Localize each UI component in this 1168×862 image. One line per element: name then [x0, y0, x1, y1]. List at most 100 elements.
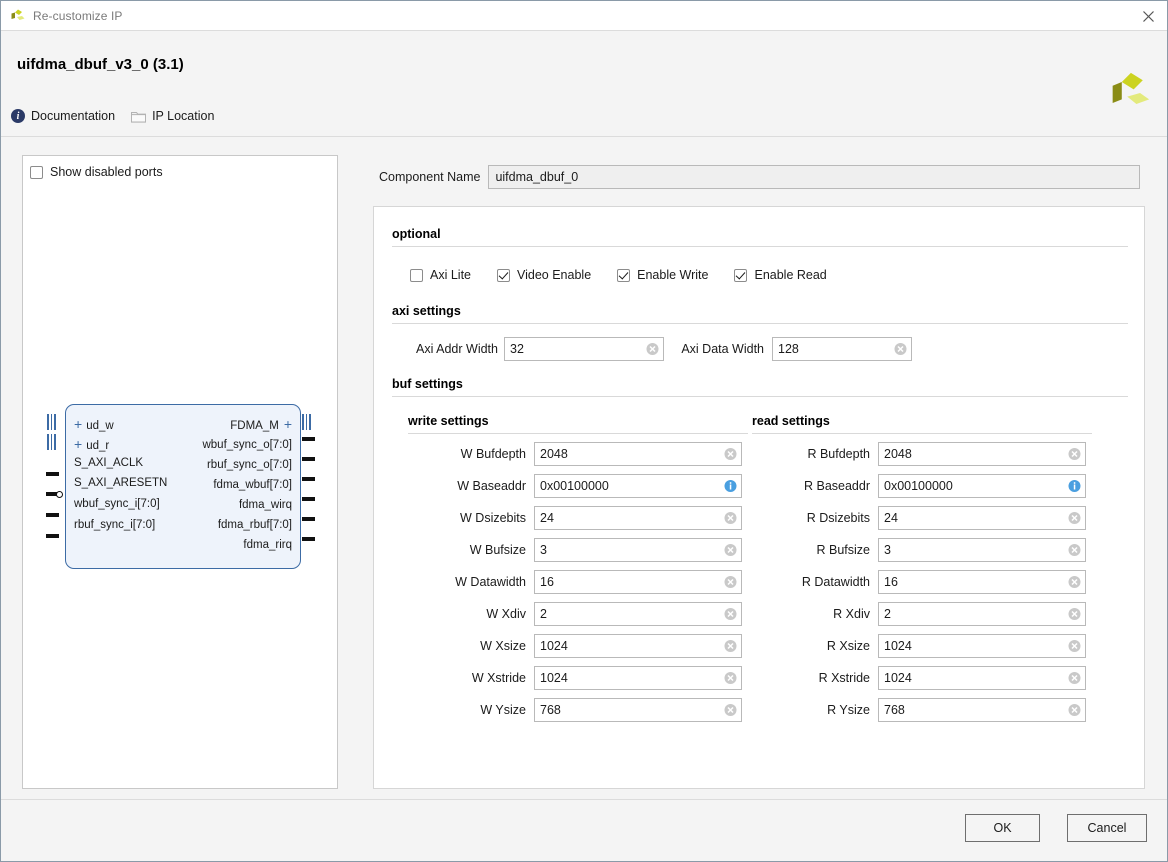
w-datawidth-input[interactable] — [534, 570, 742, 594]
port-label-ud-w: + ud_w — [74, 416, 114, 432]
clear-icon[interactable] — [724, 640, 737, 653]
w-xstride-input[interactable] — [534, 666, 742, 690]
clear-icon[interactable] — [1068, 672, 1081, 685]
r-bufsize-label: R Bufsize — [816, 543, 871, 557]
field-row-w-xsize: W Xsize — [430, 634, 748, 658]
checkbox-video-enable-box[interactable] — [497, 268, 510, 282]
expand-fdma-m-icon[interactable]: + — [284, 416, 292, 432]
r-bufdepth-label: R Bufdepth — [807, 447, 870, 461]
checkbox-axi-lite[interactable]: Axi Lite — [410, 268, 471, 282]
w-xsize-input[interactable] — [534, 634, 742, 658]
w-dsizebits-field — [534, 506, 742, 530]
axi-data-width-input[interactable] — [772, 337, 912, 361]
clear-icon[interactable] — [1068, 576, 1081, 589]
r-xstride-label: R Xstride — [818, 671, 870, 685]
ip-location-link[interactable]: IP Location — [131, 109, 214, 123]
cancel-button[interactable]: Cancel — [1067, 814, 1147, 842]
buf-settings-rule — [392, 396, 1128, 397]
expand-ud-r-icon[interactable]: + — [74, 436, 82, 452]
r-bufdepth-input[interactable] — [878, 442, 1086, 466]
r-datawidth-label: R Datawidth — [801, 575, 870, 589]
r-xdiv-input[interactable] — [878, 602, 1086, 626]
checkbox-enable-write-box[interactable] — [617, 268, 631, 282]
field-row-r-xsize: R Xsize — [774, 634, 1092, 658]
info-icon[interactable] — [1068, 480, 1081, 493]
field-row-r-bufdepth: R Bufdepth — [774, 442, 1092, 466]
r-xstride-input[interactable] — [878, 666, 1086, 690]
optional-section-rule — [392, 246, 1128, 247]
w-xdiv-input[interactable] — [534, 602, 742, 626]
r-xdiv-label: R Xdiv — [833, 607, 870, 621]
w-bufdepth-input[interactable] — [534, 442, 742, 466]
w-ysize-input[interactable] — [534, 698, 742, 722]
clear-icon[interactable] — [1068, 448, 1081, 461]
field-row-w-xstride: W Xstride — [430, 666, 748, 690]
clear-icon[interactable] — [1068, 608, 1081, 621]
clear-icon[interactable] — [894, 343, 907, 356]
component-name-input[interactable] — [488, 165, 1141, 189]
port-label-fdma-rbuf: fdma_rbuf[7:0] — [217, 519, 292, 531]
clear-icon[interactable] — [1068, 704, 1081, 717]
axi-settings-rule — [392, 323, 1128, 324]
field-row-w-xdiv: W Xdiv — [430, 602, 748, 626]
clear-icon[interactable] — [724, 512, 737, 525]
r-ysize-input[interactable] — [878, 698, 1086, 722]
title-bar: Re-customize IP — [1, 1, 1167, 31]
bus-pin-fdma-m — [302, 414, 312, 430]
pin-rbuf-sync-o — [302, 457, 315, 461]
clear-icon[interactable] — [724, 672, 737, 685]
w-datawidth-field — [534, 570, 742, 594]
expand-ud-w-icon[interactable]: + — [74, 416, 82, 432]
port-label-fdma-rirq: fdma_rirq — [243, 539, 292, 551]
show-disabled-ports-box[interactable] — [30, 165, 43, 179]
r-bufdepth-field — [878, 442, 1086, 466]
checkbox-enable-read-label: Enable Read — [754, 268, 827, 282]
clear-icon[interactable] — [646, 343, 659, 356]
header-link-row: i Documentation IP Location — [11, 109, 214, 123]
w-xdiv-field — [534, 602, 742, 626]
r-xstride-field — [878, 666, 1086, 690]
r-bufsize-field — [878, 538, 1086, 562]
field-row-r-datawidth: R Datawidth — [774, 570, 1092, 594]
w-baseaddr-input[interactable] — [534, 474, 742, 498]
clear-icon[interactable] — [724, 608, 737, 621]
w-xstride-label: W Xstride — [471, 671, 526, 685]
checkbox-video-enable[interactable]: Video Enable — [497, 268, 591, 282]
ok-button[interactable]: OK — [965, 814, 1040, 842]
clear-icon[interactable] — [724, 544, 737, 557]
show-disabled-ports-checkbox[interactable]: Show disabled ports — [30, 165, 163, 179]
w-xstride-field — [534, 666, 742, 690]
checkbox-axi-lite-label: Axi Lite — [430, 268, 471, 282]
re-customize-ip-dialog: Re-customize IP uifdma_dbuf_v3_0 (3.1) i… — [0, 0, 1168, 862]
xilinx-brand-logo-icon — [1109, 71, 1151, 115]
checkbox-enable-read-box[interactable] — [734, 268, 748, 282]
port-label-wbuf-sync-i: wbuf_sync_i[7:0] — [74, 498, 160, 510]
checkbox-video-enable-label: Video Enable — [517, 268, 592, 282]
axi-addr-width-input[interactable] — [504, 337, 664, 361]
axi-settings-fields: Axi Addr Width Axi Data Width — [416, 337, 1128, 361]
r-datawidth-input[interactable] — [878, 570, 1086, 594]
checkbox-axi-lite-box[interactable] — [410, 268, 423, 282]
clear-icon[interactable] — [724, 448, 737, 461]
clear-icon[interactable] — [724, 576, 737, 589]
r-dsizebits-input[interactable] — [878, 506, 1086, 530]
port-label-wbuf-sync-o: wbuf_sync_o[7:0] — [202, 439, 292, 451]
r-xsize-input[interactable] — [878, 634, 1086, 658]
w-dsizebits-input[interactable] — [534, 506, 742, 530]
documentation-link[interactable]: i Documentation — [11, 109, 115, 123]
clear-icon[interactable] — [1068, 544, 1081, 557]
r-baseaddr-input[interactable] — [878, 474, 1086, 498]
checkbox-enable-read[interactable]: Enable Read — [734, 268, 827, 282]
info-icon[interactable] — [724, 480, 737, 493]
field-row-w-dsizebits: W Dsizebits — [430, 506, 748, 530]
field-row-w-bufsize: W Bufsize — [430, 538, 748, 562]
checkbox-enable-write[interactable]: Enable Write — [617, 268, 708, 282]
w-bufsize-input[interactable] — [534, 538, 742, 562]
clear-icon[interactable] — [1068, 640, 1081, 653]
field-row-w-datawidth: W Datawidth — [430, 570, 748, 594]
clear-icon[interactable] — [724, 704, 737, 717]
w-bufdepth-label: W Bufdepth — [460, 447, 526, 461]
close-icon[interactable] — [1137, 7, 1159, 25]
clear-icon[interactable] — [1068, 512, 1081, 525]
r-bufsize-input[interactable] — [878, 538, 1086, 562]
